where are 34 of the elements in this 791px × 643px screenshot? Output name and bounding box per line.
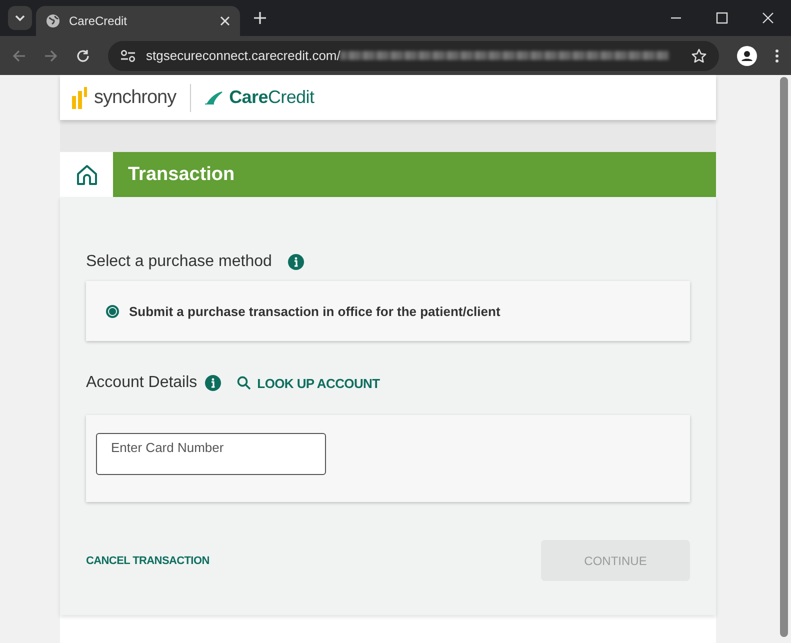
- brand-name: synchrony: [94, 86, 176, 108]
- info-icon[interactable]: [205, 375, 222, 391]
- section-heading: Account Details: [86, 374, 198, 392]
- look-up-account-link[interactable]: LOOK UP ACCOUNT: [237, 376, 380, 390]
- card-number-field[interactable]: Enter Card Number: [96, 433, 326, 475]
- tab-title: CareCredit: [69, 14, 128, 28]
- search-icon: [237, 376, 252, 390]
- forward-arrow-icon[interactable]: [44, 48, 58, 62]
- cancel-transaction-link[interactable]: CANCEL TRANSACTION: [86, 554, 210, 566]
- page-title: Transaction: [128, 164, 235, 186]
- star-icon[interactable]: [691, 48, 707, 64]
- sliders-icon[interactable]: [120, 48, 136, 62]
- wave-logo-icon: [205, 90, 224, 104]
- browser-tab[interactable]: CareCredit: [36, 6, 240, 36]
- radio-button[interactable]: [106, 304, 119, 318]
- url-text: stgsecureconnect.carecredit.com/: [146, 48, 340, 63]
- close-icon[interactable]: [220, 16, 230, 26]
- profile-icon[interactable]: [737, 46, 757, 66]
- tab-list-button[interactable]: [8, 6, 32, 30]
- chevron-down-icon: [15, 14, 25, 22]
- info-icon[interactable]: [288, 254, 304, 270]
- address-bar[interactable]: stgsecureconnect.carecredit.com/: [108, 40, 719, 70]
- partner-name: CareCredit: [229, 87, 314, 108]
- close-icon[interactable]: [762, 12, 774, 24]
- globe-icon: [46, 14, 60, 28]
- reload-icon[interactable]: [76, 48, 90, 62]
- option-label: Submit a purchase transaction in office for the patient/client: [129, 304, 500, 318]
- section-heading: Select a purchase method: [86, 253, 272, 271]
- bars-logo-icon: [72, 86, 88, 108]
- new-tab-icon[interactable]: [254, 12, 266, 24]
- back-arrow-icon[interactable]: [12, 48, 26, 62]
- maximize-icon[interactable]: [716, 12, 728, 24]
- home-icon: [74, 162, 98, 186]
- more-vertical-icon[interactable]: [775, 48, 779, 62]
